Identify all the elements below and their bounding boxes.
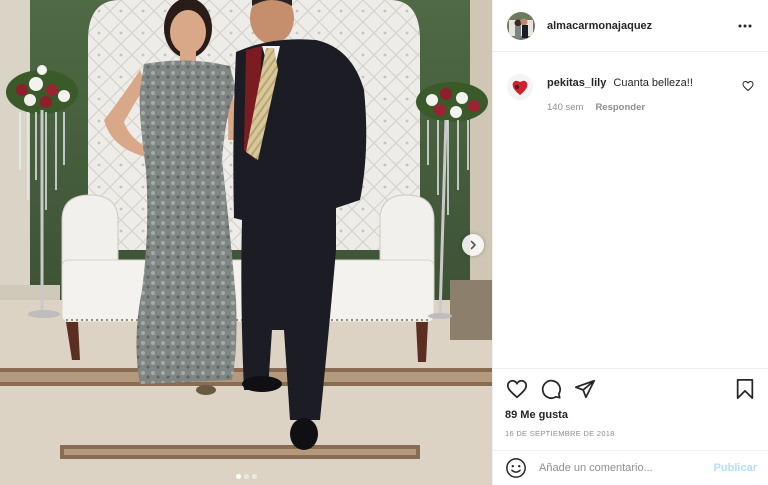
comments-list: pekitas_lily Cuanta belleza!! 140 sem Re… — [493, 52, 768, 368]
post-date[interactable]: 16 DE SEPTIEMBRE DE 2018 — [505, 429, 757, 438]
comment-age[interactable]: 140 sem — [547, 102, 583, 113]
publish-button[interactable]: Publicar — [714, 462, 757, 474]
carousel-dot — [235, 474, 241, 479]
add-comment-bar: Publicar — [493, 450, 768, 485]
comment-reply-button[interactable]: Responder — [595, 102, 645, 113]
carousel-indicator — [0, 474, 492, 479]
comment-icon — [541, 379, 561, 399]
comment-heart-icon[interactable] — [742, 80, 754, 92]
more-options-icon — [738, 24, 752, 27]
commenter-avatar[interactable] — [507, 74, 533, 100]
author-avatar-image — [507, 11, 535, 40]
comment-button[interactable] — [539, 377, 563, 401]
carousel-dot — [243, 474, 249, 479]
post-header: almacarmonajaquez — [493, 0, 768, 52]
comment-body: pekitas_lily Cuanta belleza!! 140 sem Re… — [547, 74, 742, 113]
next-photo-button[interactable] — [462, 234, 484, 256]
save-button[interactable] — [733, 377, 757, 401]
action-icons-row — [505, 369, 757, 409]
likes-count[interactable]: 89 Me gusta — [505, 409, 757, 421]
commenter-avatar-image — [507, 74, 533, 100]
post-side-panel: almacarmonajaquez pekitas_lily Cuanta be… — [492, 0, 768, 485]
heart-icon — [506, 379, 528, 399]
like-button[interactable] — [505, 377, 529, 401]
comment-item: pekitas_lily Cuanta belleza!! 140 sem Re… — [507, 74, 754, 113]
next-arrow-icon — [470, 240, 476, 250]
comment-input[interactable] — [539, 462, 714, 474]
carousel-dot — [251, 474, 257, 479]
post-actions-area: 89 Me gusta 16 DE SEPTIEMBRE DE 2018 — [493, 368, 768, 438]
save-icon — [736, 378, 754, 400]
author-username[interactable]: almacarmonajaquez — [547, 20, 736, 32]
photo-scene — [0, 0, 492, 485]
comment-text: Cuanta belleza!! — [613, 77, 693, 89]
comment-meta: 140 sem Responder — [547, 102, 742, 113]
share-button[interactable] — [573, 377, 597, 401]
comment-text-line: pekitas_lily Cuanta belleza!! — [547, 76, 742, 90]
more-options-button[interactable] — [736, 17, 754, 35]
author-avatar[interactable] — [507, 11, 535, 40]
emoji-icon[interactable] — [505, 457, 527, 479]
comment-username[interactable]: pekitas_lily — [547, 77, 606, 89]
post-photo[interactable] — [0, 0, 492, 485]
share-icon — [574, 379, 596, 399]
